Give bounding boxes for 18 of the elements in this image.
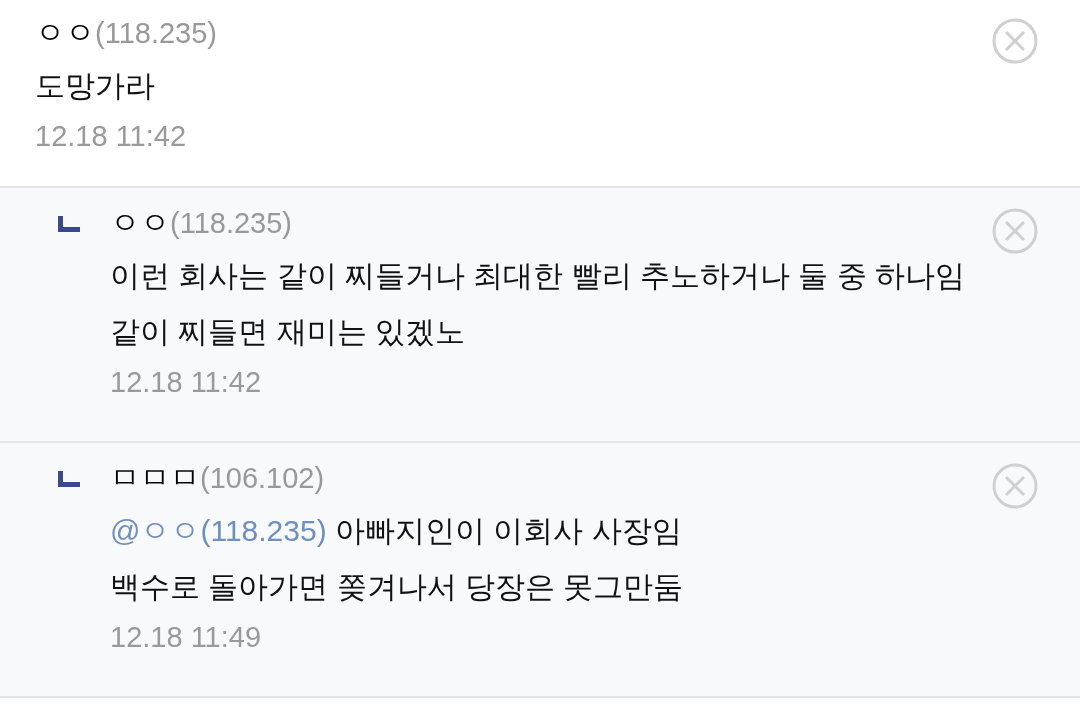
ip-address: (118.235) (95, 16, 217, 51)
timestamp: 12.18 11:49 (110, 620, 262, 655)
nickname: ㅁㅁㅁ (110, 460, 200, 496)
comment-text: 이런 회사는 같이 찌들거나 최대한 빨리 추노하거나 둘 중 하나임 같이 찌들면 재미는 있겠노 (110, 258, 966, 350)
reply-arrow-icon (58, 216, 80, 232)
delete-icon[interactable] (992, 18, 1038, 64)
timestamp: 12.18 11:42 (110, 365, 262, 400)
timestamp: 12.18 11:42 (35, 119, 187, 154)
comment-text: @ㅇㅇ(118.235) 아빠지인이 이회사 사장임 백수로 돌아가면 쫒겨나서 당장은 못그만둠 (110, 513, 685, 605)
ip-address: (118.235) (170, 206, 292, 241)
delete-icon[interactable] (992, 463, 1038, 509)
delete-icon[interactable] (992, 208, 1038, 254)
nickname: ㅇㅇ (35, 15, 95, 51)
nickname: ㅇㅇ (110, 205, 170, 241)
mention-link[interactable]: @ㅇㅇ(118.235) (110, 514, 327, 547)
comment-text: 도망가라 (35, 68, 156, 104)
ip-address: (106.102) (200, 461, 325, 496)
reply-arrow-icon (58, 471, 80, 487)
